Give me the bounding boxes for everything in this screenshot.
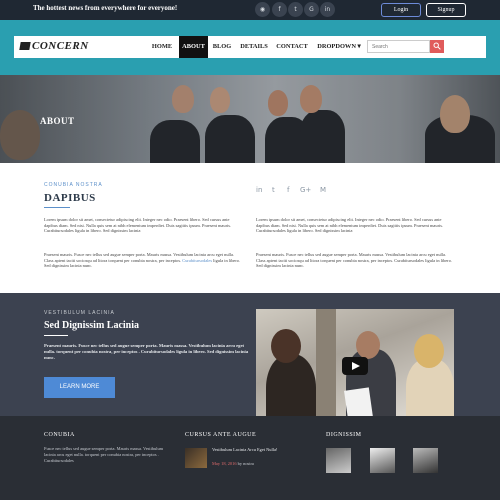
google-plus-icon[interactable]: G+ xyxy=(300,186,311,194)
play-button[interactable] xyxy=(342,357,368,375)
feature-title: Sed Dignissim Lacinia xyxy=(44,320,140,331)
search-button[interactable] xyxy=(430,40,444,53)
hero-banner: ABOUT xyxy=(0,75,500,163)
signup-button[interactable]: Signup xyxy=(426,3,466,17)
intro-col2-paragraph-1: Lorem ipsum dolor sit amet, consectetur … xyxy=(256,217,444,234)
intro-eyebrow: CONUBIA NOSTRA xyxy=(44,182,103,188)
gallery-thumbnail[interactable] xyxy=(326,448,351,473)
nav-item-dropdown[interactable]: DROPDOWN ▾ xyxy=(313,36,365,58)
search-icon xyxy=(433,42,441,50)
footer-post-title[interactable]: Vestibulum Lacinia Arcu Eget Nulla! xyxy=(212,447,312,453)
linkedin-icon[interactable]: in xyxy=(256,186,262,194)
nav-item-home[interactable]: HOME xyxy=(148,36,176,58)
intro-col1-paragraph-1: Lorem ipsum dolor sit amet, consectetur … xyxy=(44,217,232,234)
page-title: ABOUT xyxy=(40,116,75,126)
post-thumbnail[interactable] xyxy=(185,448,207,468)
nav-item-blog[interactable]: BLOG xyxy=(209,36,235,58)
facebook-icon[interactable]: f xyxy=(287,186,289,194)
gallery-thumbnail[interactable] xyxy=(370,448,395,473)
gallery-thumbnail[interactable] xyxy=(413,448,438,473)
login-button[interactable]: Login xyxy=(381,3,421,17)
search-input[interactable] xyxy=(367,40,430,53)
tagline: The hottest news from everywhere for eve… xyxy=(33,4,178,12)
twitter-icon[interactable]: t xyxy=(272,186,275,194)
nav-item-about[interactable]: ABOUT xyxy=(179,36,208,58)
medium-icon[interactable]: M xyxy=(320,186,326,194)
rss-icon[interactable]: ◉ xyxy=(255,2,270,17)
top-bar: The hottest news from everywhere for eve… xyxy=(0,0,500,20)
intro-col2-paragraph-2: Praesent mauris. Fusce nec tellus sed au… xyxy=(256,252,453,269)
post-date: May 18, 2016 xyxy=(212,461,237,466)
footer-col2-title: CURSUS ANTE AUGUE xyxy=(185,432,257,438)
feature-text: Praesent mauris. Fusce nec tellus sed au… xyxy=(44,343,249,360)
intro-col1-paragraph-2: Praesent mauris. Fusce nec tellus sed au… xyxy=(44,252,244,269)
nav-item-contact[interactable]: CONTACT xyxy=(273,36,311,58)
book-icon xyxy=(19,42,31,50)
google-plus-icon[interactable]: G xyxy=(304,2,319,17)
post-by: by xyxy=(237,461,243,466)
footer-col3-title: DIGNISSIM xyxy=(326,432,362,438)
facebook-icon[interactable]: f xyxy=(272,2,287,17)
post-author: nostra xyxy=(243,461,254,466)
intro-title: DAPIBUS xyxy=(44,192,96,204)
twitter-icon[interactable]: t xyxy=(288,2,303,17)
title-underline xyxy=(44,335,68,336)
nav-item-details[interactable]: DETAILS xyxy=(236,36,272,58)
inline-link[interactable]: Curabitursodales xyxy=(182,258,212,263)
footer-post-meta: May 18, 2016 by nostra xyxy=(212,461,312,467)
footer-col1-text: Fusce nec tellus sed augue semper porta.… xyxy=(44,446,164,463)
learn-more-button[interactable]: LEARN MORE xyxy=(44,377,115,398)
feature-eyebrow: VESTIBULUM LACINIA xyxy=(44,310,115,316)
brand-name: CONCERN xyxy=(32,40,89,52)
linkedin-icon[interactable]: in xyxy=(320,2,335,17)
footer-col1-title: CONUBIA xyxy=(44,432,75,438)
title-underline xyxy=(44,207,70,208)
brand-logo[interactable]: CONCERN xyxy=(19,40,89,52)
